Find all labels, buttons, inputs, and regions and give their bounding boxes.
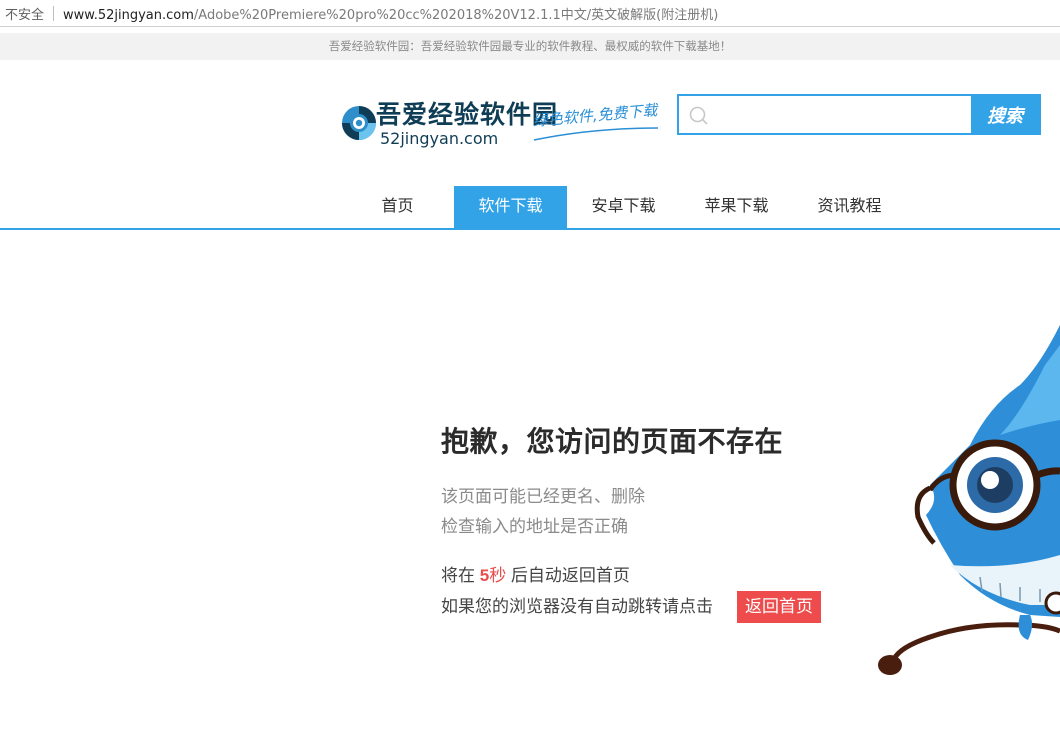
error-hint-renamed: 该页面可能已经更名、删除 xyxy=(441,487,645,506)
logo-domain: 52jingyan.com xyxy=(380,129,499,148)
error-hint-check-url: 检查输入的地址是否正确 xyxy=(441,517,628,536)
nav-items: 首页 软件下载 安卓下载 苹果下载 资讯教程 xyxy=(341,186,906,228)
search-icon xyxy=(689,106,708,125)
countdown-seconds: 5秒 xyxy=(480,566,506,585)
search-input[interactable] xyxy=(719,96,971,133)
countdown-value: 5 xyxy=(479,566,490,585)
slogan-underline-icon xyxy=(533,127,659,141)
nav-item-apple-download[interactable]: 苹果下载 xyxy=(680,186,793,228)
countdown-suffix: 后自动返回首页 xyxy=(506,566,630,585)
search-button[interactable]: 搜索 xyxy=(971,96,1039,133)
nav-item-home[interactable]: 首页 xyxy=(341,186,454,228)
logo-title: 吾爱经验软件园 xyxy=(376,100,559,129)
mascot-mic-icon xyxy=(878,655,902,675)
error-hints: 该页面可能已经更名、删除 检查输入的地址是否正确 xyxy=(441,482,861,542)
redirect-row: 如果您的浏览器没有自动跳转请点击 返回首页 xyxy=(441,591,861,623)
mascot-illustration xyxy=(878,325,1060,675)
search-input-wrap xyxy=(679,96,971,133)
url-text[interactable]: www.52jingyan.com/Adobe%20Premiere%20pro… xyxy=(63,4,718,23)
security-label[interactable]: 不安全 xyxy=(0,4,44,23)
site-logo[interactable]: 吾爱经验软件园 52jingyan.com xyxy=(340,93,557,153)
address-divider xyxy=(53,5,55,21)
error-panel: 抱歉，您访问的页面不存在 该页面可能已经更名、删除 检查输入的地址是否正确 将在… xyxy=(441,420,861,623)
error-title: 抱歉，您访问的页面不存在 xyxy=(441,426,784,457)
search-box: 搜索 xyxy=(677,94,1041,135)
nav-item-news-tutorials[interactable]: 资讯教程 xyxy=(793,186,906,228)
redirect-text: 如果您的浏览器没有自动跳转请点击 xyxy=(441,597,713,616)
site-notice: 吾爱经验软件园：吾爱经验软件园最专业的软件教程、最权威的软件下载基地！ xyxy=(0,33,1060,60)
back-home-button[interactable]: 返回首页 xyxy=(737,591,821,623)
countdown-text: 将在 5秒 后自动返回首页 xyxy=(441,561,861,591)
url-path: /Adobe%20Premiere%20pro%20cc%202018%20V1… xyxy=(193,7,719,23)
countdown-unit: 秒 xyxy=(489,566,507,585)
url-host: www.52jingyan.com xyxy=(63,7,194,23)
slogan: 绿色软件,免费下载 xyxy=(532,101,660,144)
address-bar[interactable]: 不安全 www.52jingyan.com/Adobe%20Premiere%2… xyxy=(0,0,1060,27)
countdown-prefix: 将在 xyxy=(441,566,480,585)
nav-item-software-download[interactable]: 软件下载 xyxy=(454,186,567,228)
nav-item-android-download[interactable]: 安卓下载 xyxy=(567,186,680,228)
logo-swirl-icon xyxy=(342,106,376,140)
main-nav: 首页 软件下载 安卓下载 苹果下载 资讯教程 xyxy=(0,186,1060,230)
